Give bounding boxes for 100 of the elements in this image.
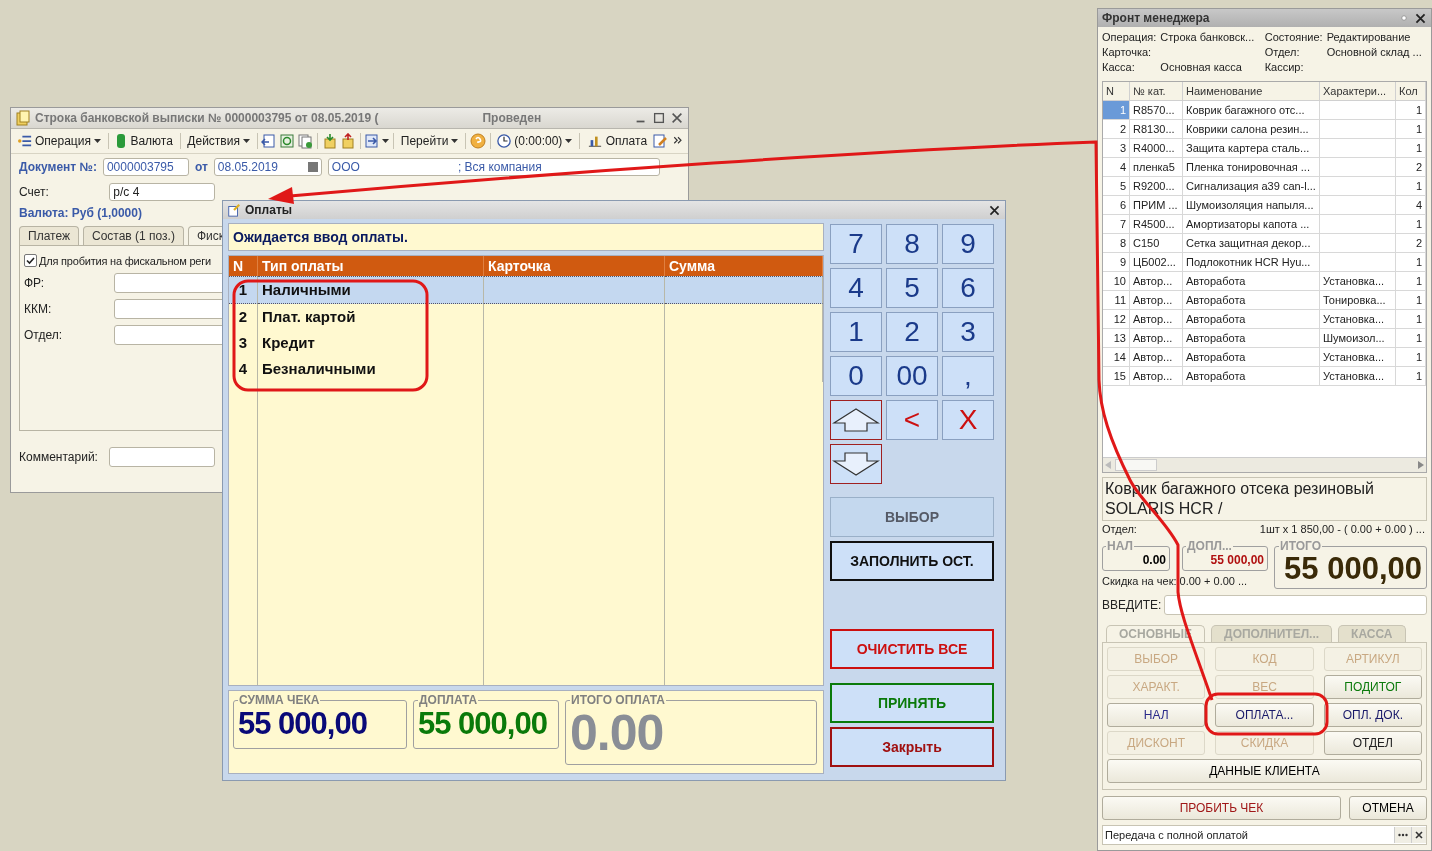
action-button[interactable]: Закрыть: [830, 727, 994, 767]
close-icon[interactable]: [670, 111, 684, 125]
stack-arrow-icon[interactable]: [321, 133, 338, 149]
keypad-key[interactable]: 3: [942, 312, 994, 352]
total-value: 55 000,00: [238, 707, 368, 742]
function-button[interactable]: НАЛ: [1107, 703, 1206, 727]
table-cell: 1: [1396, 272, 1426, 291]
print-receipt-button[interactable]: ПРОБИТЬ ЧЕК: [1102, 796, 1341, 820]
clock-icon: [497, 134, 512, 148]
function-button[interactable]: ОПЛ. ДОК.: [1323, 703, 1422, 727]
actions-menu[interactable]: Действия: [184, 132, 253, 150]
window-title: Строка банковской выписки № 0000003795 от 08.05.2019 (: [35, 111, 379, 125]
column-header: N: [1103, 82, 1130, 101]
keypad-key[interactable]: 00: [886, 356, 938, 396]
table-cell[interactable]: 12: [1103, 310, 1130, 329]
more-button[interactable]: [1394, 827, 1411, 843]
documents-icon[interactable]: [15, 110, 31, 126]
table-cell: Авторабота: [1183, 348, 1320, 367]
organization-field[interactable]: ООО ; Вся компания: [327, 158, 660, 176]
arrow-box-icon[interactable]: [364, 133, 381, 149]
status-message: Ожидается ввод оплаты.: [233, 228, 408, 245]
action-button[interactable]: ПРИНЯТЬ: [830, 683, 994, 723]
input-field[interactable]: [1164, 595, 1427, 615]
keypad-key[interactable]: 6: [942, 268, 994, 308]
keypad-key[interactable]: X: [942, 400, 994, 440]
payment-button[interactable]: Оплата: [583, 132, 651, 150]
tab[interactable]: Состав (1 поз.): [82, 226, 184, 245]
table-cell: Шумоизоляция напыля...: [1183, 196, 1320, 215]
table-cell: R4500...: [1130, 215, 1183, 234]
table-cell[interactable]: 3: [1103, 139, 1130, 158]
close-icon[interactable]: [988, 203, 1001, 217]
sum-label: ДОПЛ...: [1186, 539, 1233, 553]
payment-type-item[interactable]: Кредит: [258, 329, 484, 356]
close-icon[interactable]: [1414, 11, 1427, 25]
keypad-key[interactable]: 0: [830, 356, 882, 396]
payment-type-item[interactable]: Безналичными: [258, 355, 484, 382]
table-cell[interactable]: 2: [1103, 120, 1130, 139]
total-label: ДОПЛАТА: [418, 693, 479, 708]
maximize-icon[interactable]: [652, 111, 666, 125]
keypad-key[interactable]: ,: [942, 356, 994, 396]
scroll-thumb[interactable]: [1115, 459, 1157, 471]
keypad-key[interactable]: 9: [942, 224, 994, 264]
action-button[interactable]: ЗАПОЛНИТЬ ОСТ.: [830, 541, 994, 581]
function-button[interactable]: ОПЛАТА...: [1215, 703, 1314, 727]
keypad-key[interactable]: <: [886, 400, 938, 440]
refresh-icon[interactable]: [279, 133, 296, 149]
clear-button[interactable]: [1411, 827, 1426, 843]
horizontal-scrollbar[interactable]: [1103, 457, 1426, 472]
keypad-key[interactable]: 1: [830, 312, 882, 352]
table-cell[interactable]: 8: [1103, 234, 1130, 253]
table-cell[interactable]: 14: [1103, 348, 1130, 367]
table-cell: 1: [1396, 215, 1426, 234]
comment-field[interactable]: [109, 447, 215, 467]
account-field[interactable]: р/с 4: [109, 183, 215, 201]
table-cell: 1: [1396, 101, 1426, 120]
cancel-button[interactable]: ОТМЕНА: [1349, 796, 1427, 820]
table-cell[interactable]: 13: [1103, 329, 1130, 348]
currency-button[interactable]: Валюта: [112, 131, 176, 151]
table-cell[interactable]: 9: [1103, 253, 1130, 272]
field-label: ФР:: [24, 276, 46, 290]
copy-icon[interactable]: [297, 133, 314, 149]
keypad-key[interactable]: 2: [886, 312, 938, 352]
help-icon[interactable]: [469, 133, 486, 149]
keypad-key[interactable]: 8: [886, 224, 938, 264]
table-cell[interactable]: 5: [1103, 177, 1130, 196]
document-number-field[interactable]: 0000003795: [102, 158, 189, 176]
function-button[interactable]: ОТДЕЛ: [1323, 731, 1422, 755]
document-edit-icon[interactable]: [227, 203, 241, 217]
keypad-key[interactable]: 7: [830, 224, 882, 264]
info-label: Касса:: [1102, 61, 1136, 73]
function-button[interactable]: ПОДИТОГ: [1323, 675, 1422, 699]
date-field[interactable]: 08.05.2019: [213, 158, 322, 176]
table-cell[interactable]: 7: [1103, 215, 1130, 234]
stack-arrow-icon[interactable]: [339, 133, 356, 149]
table-cell[interactable]: 4: [1103, 158, 1130, 177]
column-header: N: [229, 255, 258, 276]
mode-field[interactable]: Передача с полной оплатой: [1102, 825, 1427, 845]
table-cell: Установка...: [1320, 367, 1396, 386]
client-data-button[interactable]: ДАННЫЕ КЛИЕНТА: [1107, 759, 1422, 783]
goto-menu[interactable]: Перейти: [397, 132, 462, 150]
timer-menu[interactable]: (0:00:00): [494, 132, 576, 150]
table-cell[interactable]: 11: [1103, 291, 1130, 310]
chevrons-icon[interactable]: [672, 135, 685, 147]
sum-value: 0.00: [1142, 553, 1166, 567]
table-cell: Установка...: [1320, 272, 1396, 291]
keypad-key[interactable]: 5: [886, 268, 938, 308]
table-cell: R8130...: [1130, 120, 1183, 139]
table-cell[interactable]: 15: [1103, 367, 1130, 386]
down-button[interactable]: [830, 444, 882, 484]
action-button[interactable]: ОЧИСТИТЬ ВСЕ: [830, 629, 994, 669]
payment-type-item[interactable]: Плат. картой: [258, 303, 484, 330]
table-cell: 1: [1396, 329, 1426, 348]
table-cell[interactable]: 6: [1103, 196, 1130, 215]
keypad-key[interactable]: 4: [830, 268, 882, 308]
operation-menu[interactable]: Операция: [15, 132, 104, 150]
table-cell[interactable]: 10: [1103, 272, 1130, 291]
up-button[interactable]: [830, 400, 882, 440]
scroll-right-icon[interactable]: [1418, 461, 1424, 469]
tab[interactable]: Платеж: [19, 226, 79, 245]
table-cell: 4: [1396, 196, 1426, 215]
